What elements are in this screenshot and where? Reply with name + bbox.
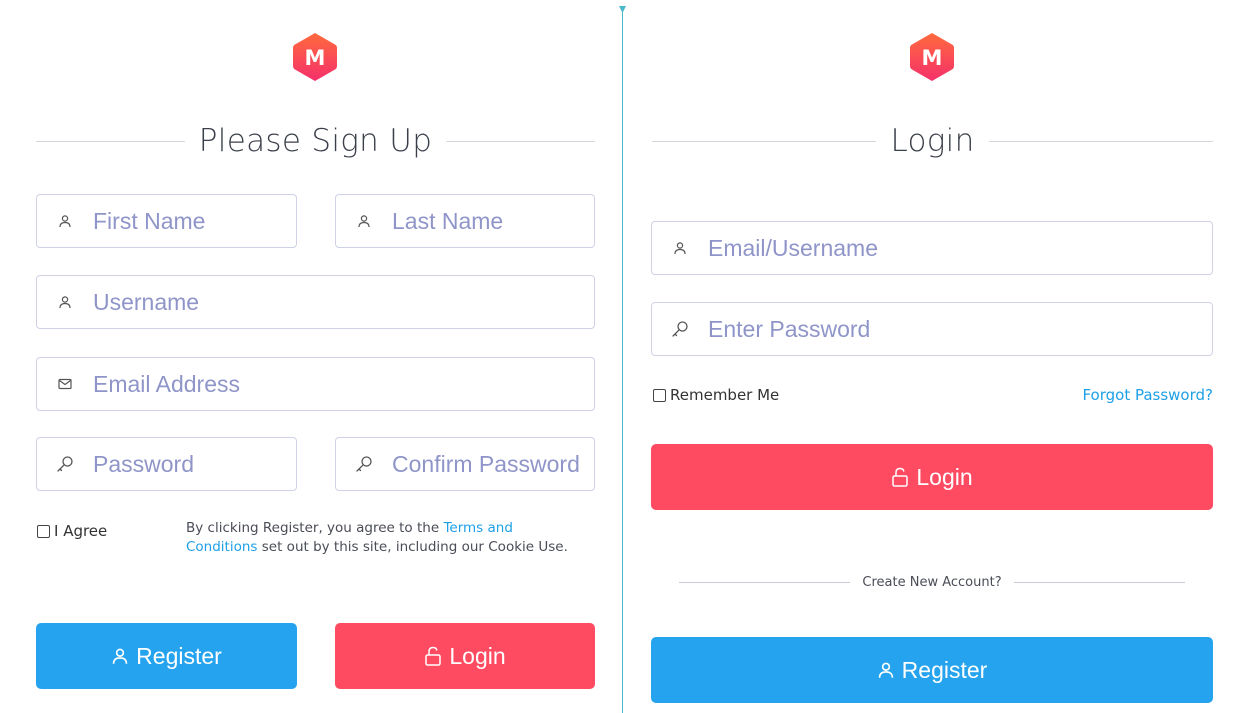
separator-rule-right	[1013, 581, 1185, 583]
remember-me-row[interactable]: Remember Me	[653, 386, 779, 404]
key-icon	[652, 320, 708, 338]
forgot-password-link[interactable]: Forgot Password?	[1082, 386, 1213, 404]
heading-rule-left	[652, 140, 877, 142]
terms-suffix: set out by this site, including our Cook…	[257, 539, 568, 555]
brand-logo-icon: M	[909, 32, 955, 82]
confirm-password-field[interactable]	[335, 437, 595, 491]
user-icon	[878, 662, 893, 678]
key-icon	[336, 455, 392, 473]
signup-title: Please Sign Up	[198, 123, 433, 159]
user-icon	[336, 214, 392, 228]
last-name-field[interactable]	[335, 194, 595, 248]
login-button-label: Login	[449, 642, 506, 669]
svg-text:M: M	[305, 46, 326, 70]
user-icon	[652, 241, 708, 255]
email-username-field[interactable]	[651, 221, 1213, 275]
register-button[interactable]: Register	[36, 623, 297, 689]
password-input[interactable]	[93, 450, 296, 478]
agree-checkbox[interactable]	[37, 524, 50, 538]
confirm-password-input[interactable]	[392, 450, 594, 478]
login-panel: M Login Remember Me Forgot Password? Log…	[624, 0, 1237, 713]
login-submit-label: Login	[916, 463, 973, 490]
create-account-separator: Create New Account?	[679, 572, 1185, 592]
login-submit-button[interactable]: Login	[651, 444, 1213, 510]
agree-label: I Agree	[54, 522, 108, 540]
panel-divider	[622, 8, 623, 713]
login-title: Login	[890, 123, 975, 159]
create-account-text: Create New Account?	[862, 574, 1002, 590]
heading-rule-left	[36, 140, 185, 142]
first-name-input[interactable]	[93, 207, 296, 235]
signup-panel: M Please Sign Up First Name Last Name Us…	[0, 0, 622, 713]
remember-me-label: Remember Me	[670, 386, 780, 404]
agree-checkbox-row[interactable]: I Agree	[37, 522, 107, 540]
login-heading: Login	[652, 118, 1213, 164]
svg-text:M: M	[922, 46, 943, 70]
username-input[interactable]	[93, 288, 594, 316]
terms-text: By clicking Register, you agree to the T…	[186, 519, 586, 557]
register-account-label: Register	[901, 656, 988, 683]
heading-rule-right	[446, 140, 596, 142]
login-password-input[interactable]	[708, 315, 1212, 343]
key-icon	[37, 455, 93, 473]
user-icon	[37, 214, 93, 228]
terms-prefix: By clicking Register, you agree to the	[186, 520, 444, 536]
last-name-input[interactable]	[392, 207, 594, 235]
register-account-button[interactable]: Register	[651, 637, 1213, 703]
user-icon	[112, 648, 128, 664]
unlock-icon	[892, 467, 909, 487]
signup-heading: Please Sign Up	[36, 118, 596, 164]
unlock-icon	[425, 646, 442, 666]
login-button[interactable]: Login	[335, 623, 595, 689]
remember-me-checkbox[interactable]	[653, 388, 666, 402]
email-input[interactable]	[93, 370, 594, 398]
mail-icon	[37, 378, 93, 390]
first-name-field[interactable]	[36, 194, 297, 248]
password-field[interactable]	[36, 437, 297, 491]
heading-rule-right	[988, 140, 1213, 142]
email-field[interactable]	[36, 357, 595, 411]
register-button-label: Register	[136, 642, 222, 669]
email-username-input[interactable]	[708, 234, 1212, 262]
username-field[interactable]	[36, 275, 595, 329]
login-password-field[interactable]	[651, 302, 1213, 356]
brand-logo-icon: M	[292, 32, 338, 82]
user-icon	[37, 295, 93, 309]
separator-rule-left	[679, 581, 851, 583]
